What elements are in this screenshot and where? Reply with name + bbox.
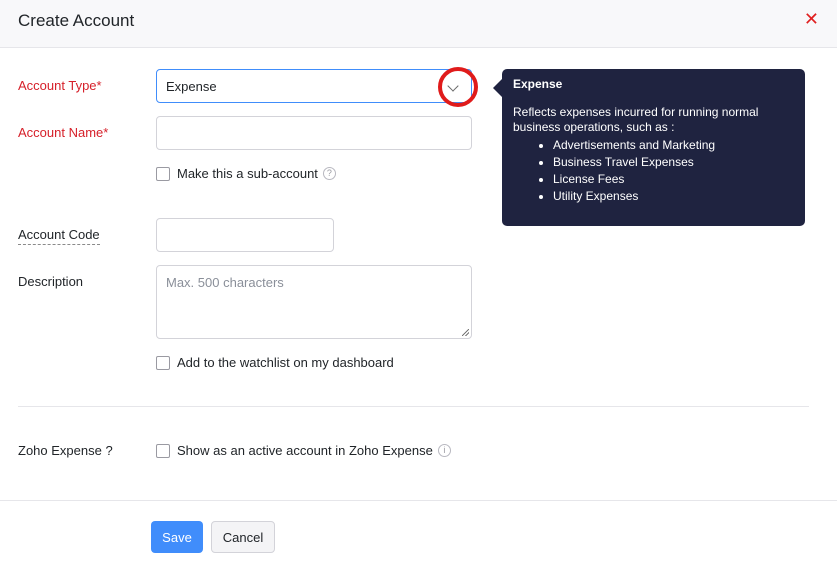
- tooltip-body: Reflects expenses incurred for running n…: [513, 105, 759, 134]
- info-icon[interactable]: i: [437, 444, 451, 457]
- cancel-button[interactable]: Cancel: [211, 521, 275, 553]
- account-code-label: Account Code: [18, 227, 100, 245]
- account-type-label: Account Type*: [18, 78, 102, 93]
- description-placeholder: Max. 500 characters: [166, 275, 284, 290]
- zoho-expense-checkbox[interactable]: [156, 443, 170, 458]
- footer-divider: [0, 500, 837, 501]
- resize-handle-icon[interactable]: [462, 329, 469, 336]
- zoho-expense-option-label: Show as an active account in Zoho Expens…: [177, 443, 433, 458]
- dialog-header: Create Account ✕: [0, 0, 837, 48]
- tooltip-list-item: Business Travel Expenses: [553, 154, 794, 171]
- section-divider: [18, 406, 809, 407]
- account-type-value: Expense: [166, 79, 217, 94]
- watchlist-checkbox[interactable]: [156, 355, 170, 370]
- watchlist-row[interactable]: Add to the watchlist on my dashboard: [156, 355, 394, 370]
- account-code-input[interactable]: [156, 218, 334, 252]
- account-type-select[interactable]: Expense: [156, 69, 472, 103]
- sub-account-row[interactable]: Make this a sub-account ?: [156, 166, 336, 181]
- tooltip-list-item: Utility Expenses: [553, 188, 794, 205]
- account-name-label: Account Name*: [18, 125, 109, 140]
- zoho-expense-row[interactable]: Show as an active account in Zoho Expens…: [156, 443, 451, 458]
- highlight-circle: [438, 67, 478, 107]
- save-button[interactable]: Save: [151, 521, 203, 553]
- account-type-tooltip: Expense Reflects expenses incurred for r…: [493, 69, 805, 226]
- tooltip-list: Advertisements and Marketing Business Tr…: [553, 137, 794, 205]
- sub-account-checkbox[interactable]: [156, 166, 170, 181]
- close-icon[interactable]: ✕: [804, 10, 819, 28]
- tooltip-title: Expense: [513, 77, 563, 91]
- tooltip-list-item: Advertisements and Marketing: [553, 137, 794, 154]
- help-icon[interactable]: ?: [322, 167, 336, 180]
- account-name-input[interactable]: [156, 116, 472, 150]
- tooltip-list-item: License Fees: [553, 171, 794, 188]
- description-label: Description: [18, 274, 84, 289]
- dialog-title: Create Account: [18, 11, 135, 30]
- zoho-expense-label: Zoho Expense ?: [18, 443, 113, 458]
- watchlist-label: Add to the watchlist on my dashboard: [177, 355, 394, 370]
- sub-account-label: Make this a sub-account: [177, 166, 318, 181]
- description-textarea[interactable]: Max. 500 characters: [156, 265, 472, 339]
